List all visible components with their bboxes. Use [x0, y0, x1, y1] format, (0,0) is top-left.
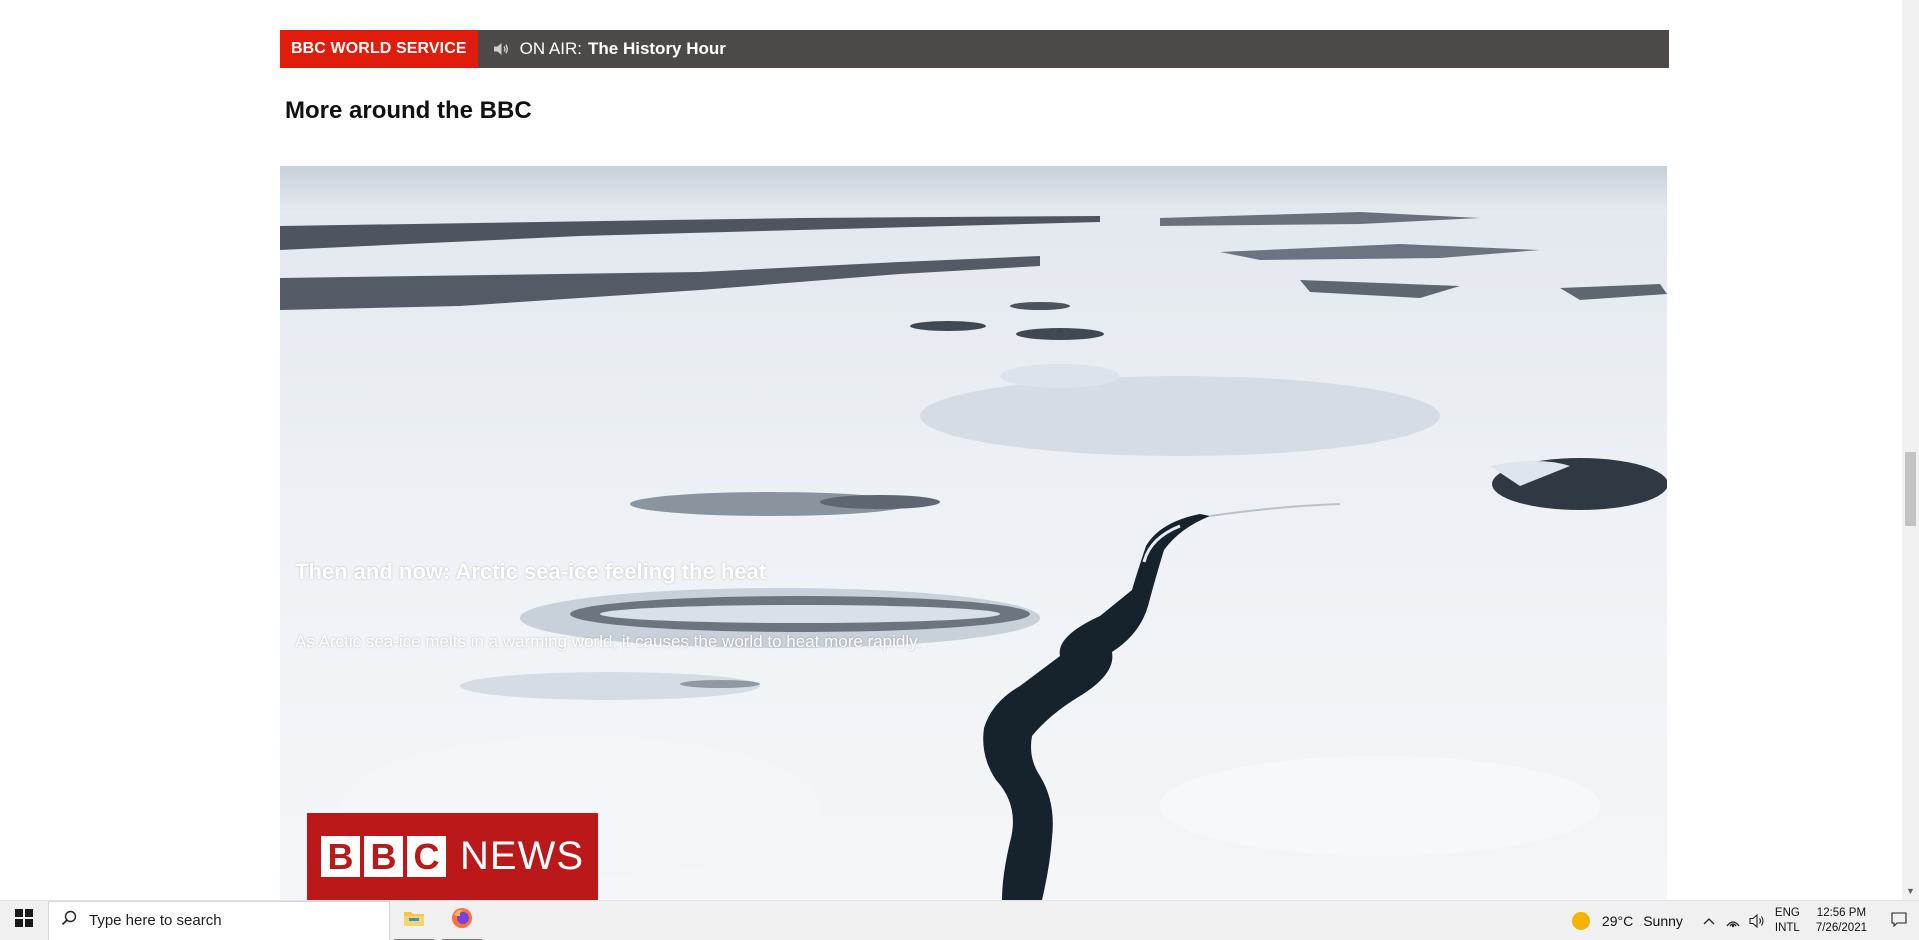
taskbar-app-file-explorer[interactable]	[390, 901, 438, 940]
windows-logo-icon	[15, 909, 33, 932]
search-icon	[61, 910, 77, 931]
network-icon[interactable]	[1721, 901, 1745, 940]
world-service-banner[interactable]: BBC WORLD SERVICE ON AIR: The History Ho…	[280, 30, 1669, 68]
feature-description: As Arctic sea-ice melts in a warming wor…	[295, 632, 922, 651]
taskbar-clock[interactable]: 12:56 PM 7/26/2021	[1816, 906, 1867, 936]
taskbar: Type here to search 29°C Sunny ENG INTL …	[0, 900, 1919, 940]
sun-icon	[1571, 912, 1590, 930]
weather-condition: Sunny	[1643, 913, 1683, 929]
bbc-logo-word: NEWS	[460, 834, 584, 878]
start-button[interactable]	[0, 901, 48, 940]
section-title: More around the BBC	[285, 97, 532, 124]
system-tray: 29°C Sunny ENG INTL 12:56 PM 7/26/2021	[1571, 901, 1919, 940]
notification-center-button[interactable]	[1879, 901, 1919, 940]
firefox-icon	[451, 907, 473, 934]
web-page: BBC WORLD SERVICE ON AIR: The History Ho…	[0, 0, 1902, 900]
feature-card[interactable]: Then and now: Arctic sea-ice feeling the…	[280, 166, 1667, 900]
scroll-down-arrow-icon[interactable]: ▼	[1906, 886, 1915, 896]
on-air-program[interactable]: The History Hour	[588, 39, 726, 59]
language-code: ENG	[1774, 907, 1800, 919]
taskbar-app-firefox[interactable]	[438, 901, 486, 940]
search-placeholder: Type here to search	[89, 912, 222, 929]
notification-icon	[1891, 911, 1907, 932]
speaker-icon	[490, 40, 512, 58]
scrollbar-thumb[interactable]	[1905, 452, 1916, 526]
feature-title[interactable]: Then and now: Arctic sea-ice feeling the…	[295, 559, 766, 585]
bbc-logo-letter: B	[364, 836, 403, 877]
chevron-up-icon[interactable]	[1697, 901, 1721, 940]
volume-icon[interactable]	[1745, 901, 1769, 940]
weather-widget[interactable]: 29°C Sunny	[1571, 912, 1683, 930]
weather-temperature: 29°C	[1601, 913, 1634, 929]
keyboard-layout: INTL	[1774, 922, 1800, 934]
bbc-news-logo: B B C NEWS	[307, 813, 598, 900]
input-language[interactable]: ENG INTL	[1775, 906, 1800, 936]
on-air-label: ON AIR:	[519, 39, 582, 58]
bbc-logo-letter: C	[407, 836, 446, 877]
clock-date: 7/26/2021	[1815, 922, 1867, 934]
world-service-label[interactable]: BBC WORLD SERVICE	[280, 30, 478, 68]
bbc-logo-letter: B	[321, 836, 360, 877]
taskbar-search-box[interactable]: Type here to search	[48, 900, 390, 940]
clock-time: 12:56 PM	[1816, 907, 1867, 919]
file-explorer-icon	[403, 909, 425, 932]
arctic-ice-image	[280, 166, 1667, 900]
page-scrollbar[interactable]: ▼	[1902, 0, 1919, 900]
